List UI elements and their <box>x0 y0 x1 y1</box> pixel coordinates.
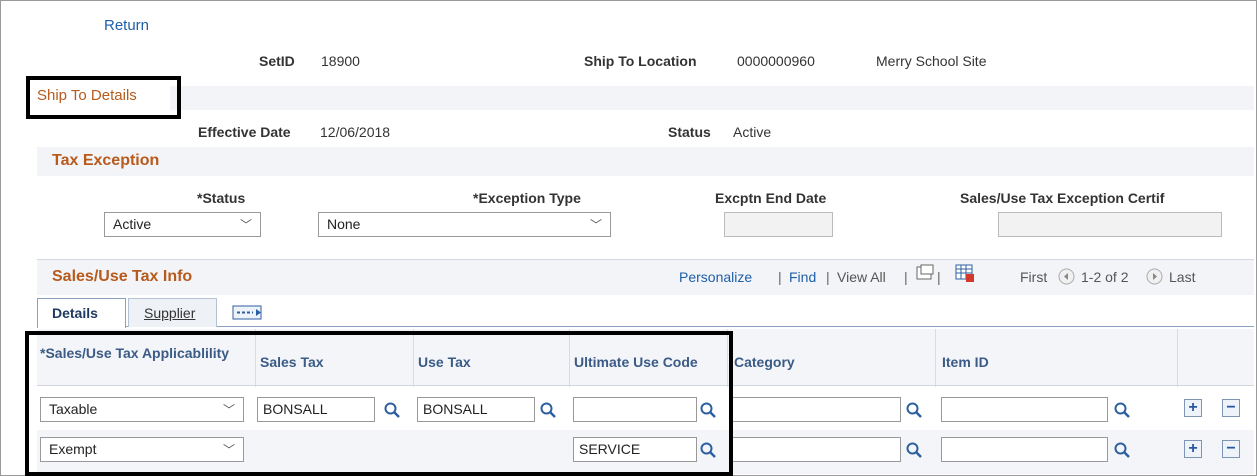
tax-exception-band <box>37 147 1254 176</box>
separator: | <box>826 269 830 285</box>
ship-to-location-value: 0000000960 <box>737 53 815 69</box>
minus-icon[interactable]: − <box>1222 440 1240 458</box>
setid-value: 18900 <box>321 53 360 69</box>
tax-exception-title: Tax Exception <box>52 152 160 169</box>
effective-date-value: 12/06/2018 <box>320 124 391 140</box>
exception-type-value: None <box>327 216 361 232</box>
arrow-left-icon[interactable] <box>1058 268 1075 285</box>
magnifier-icon[interactable] <box>1114 402 1130 418</box>
zoom-grid-icon[interactable] <box>916 264 934 282</box>
tab-supplier-label: Supplier <box>144 305 196 321</box>
exception-certif-label: Sales/Use Tax Exception Certif <box>960 190 1165 206</box>
separator: | <box>937 269 941 285</box>
category-input[interactable] <box>731 437 901 462</box>
arrow-right-icon[interactable] <box>1146 268 1163 285</box>
plus-icon[interactable]: + <box>1184 399 1202 417</box>
tab-details[interactable]: Details <box>37 298 126 328</box>
chevron-down-icon: ﹀ <box>239 218 252 232</box>
col-header-item-id: Item ID <box>942 354 989 370</box>
find-link[interactable]: Find <box>789 269 816 285</box>
col-header-category: Category <box>734 354 795 370</box>
tab-details-label: Details <box>52 305 98 321</box>
status-value: Active <box>733 124 772 140</box>
separator: | <box>904 269 908 285</box>
effective-date-label: Effective Date <box>198 124 291 140</box>
ship-to-details-band <box>170 86 1254 110</box>
minus-icon[interactable]: − <box>1222 399 1240 417</box>
magnifier-icon[interactable] <box>1114 442 1130 458</box>
highlight-box-tax-columns <box>25 331 733 476</box>
highlight-box-ship-to-details <box>26 76 181 119</box>
separator: | <box>778 269 782 285</box>
magnifier-icon[interactable] <box>906 442 922 458</box>
setid-label: SetID <box>259 53 295 69</box>
exception-type-select[interactable]: None ﹀ <box>318 212 611 237</box>
row-range: 1-2 of 2 <box>1081 269 1129 285</box>
item-id-input[interactable] <box>941 437 1108 462</box>
exception-end-date-input[interactable] <box>724 212 833 237</box>
ship-to-location-desc: Merry School Site <box>876 53 987 69</box>
first-link[interactable]: First <box>1020 269 1047 285</box>
chevron-down-icon: ﹀ <box>589 218 602 232</box>
download-icon[interactable] <box>955 264 975 283</box>
show-all-columns-icon[interactable] <box>232 304 268 322</box>
personalize-link[interactable]: Personalize <box>679 269 752 285</box>
exception-certif-input[interactable] <box>998 212 1222 237</box>
last-link[interactable]: Last <box>1169 269 1195 285</box>
category-input[interactable] <box>731 397 901 422</box>
exception-end-date-label: Excptn End Date <box>715 190 827 206</box>
exception-type-label: *Exception Type <box>473 190 581 206</box>
exception-status-label: *Status <box>197 190 246 206</box>
item-id-input[interactable] <box>941 397 1108 422</box>
return-link[interactable]: Return <box>104 17 149 34</box>
view-all-link[interactable]: View All <box>837 269 886 285</box>
plus-icon[interactable]: + <box>1184 440 1202 458</box>
ship-to-location-label: Ship To Location <box>584 53 697 69</box>
exception-status-value: Active <box>113 216 152 232</box>
sales-use-title: Sales/Use Tax Info <box>52 268 193 285</box>
status-label: Status <box>668 124 711 140</box>
exception-status-select[interactable]: Active ﹀ <box>104 212 261 237</box>
magnifier-icon[interactable] <box>906 402 922 418</box>
tab-strip <box>37 298 1254 327</box>
tab-supplier[interactable]: Supplier <box>128 298 217 327</box>
